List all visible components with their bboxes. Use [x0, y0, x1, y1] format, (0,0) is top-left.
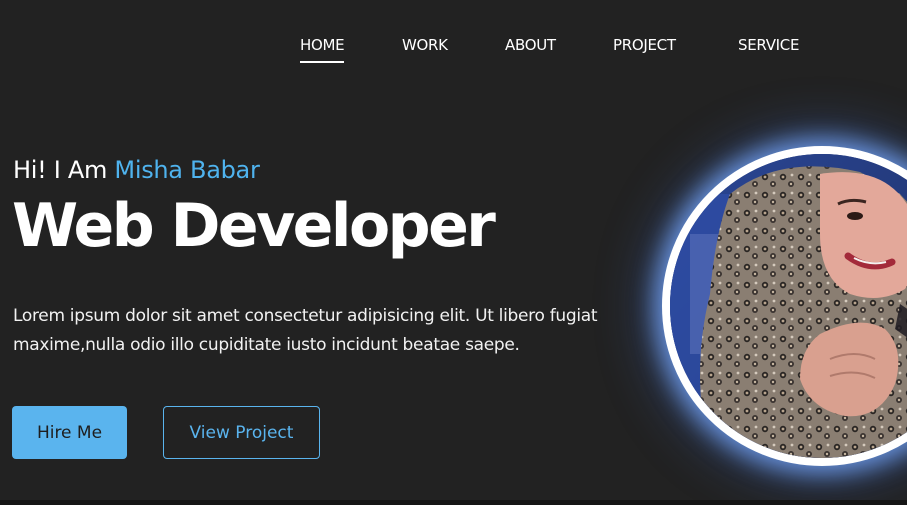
hero-greeting: Hi! I Am Misha Babar: [13, 156, 260, 184]
hire-me-button[interactable]: Hire Me: [12, 406, 127, 459]
nav-item-home[interactable]: HOME: [300, 36, 345, 63]
greeting-prefix: Hi! I Am: [13, 156, 108, 184]
hero-title: Web Developer: [12, 191, 496, 261]
hero-description: Lorem ipsum dolor sit amet consectetur a…: [13, 306, 598, 355]
view-project-button[interactable]: View Project: [163, 406, 320, 459]
nav-item-about[interactable]: ABOUT: [505, 36, 556, 54]
profile-photo-illustration: [670, 154, 907, 458]
nav-item-service[interactable]: SERVICE: [738, 36, 799, 54]
profile-avatar: [662, 146, 907, 466]
page: HOME WORK ABOUT PROJECT SERVICE Hi! I Am…: [0, 0, 907, 500]
bottom-strip: [0, 500, 907, 505]
nav-item-project[interactable]: PROJECT: [613, 36, 676, 54]
nav-item-work[interactable]: WORK: [402, 36, 448, 54]
author-name: Misha Babar: [114, 156, 260, 184]
